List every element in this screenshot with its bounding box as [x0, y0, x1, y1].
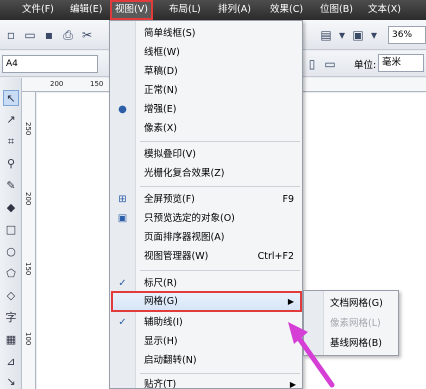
crop-tool-icon[interactable]: ⌗: [3, 134, 19, 150]
unit-select[interactable]: 毫米: [378, 54, 424, 72]
menu-view[interactable]: 视图(V): [110, 0, 153, 20]
menu-item-label: 线框(W): [144, 47, 180, 58]
menu-item-show[interactable]: 显示(H): [111, 332, 302, 351]
radio-selected-icon: ●: [118, 104, 127, 115]
menu-layout[interactable]: 布局(L): [169, 0, 201, 20]
submenu-item-pixel-grid: 像素网格(L): [330, 318, 381, 329]
zoom-level-field[interactable]: 36%: [388, 26, 426, 44]
checkmark-icon: ✓: [118, 317, 127, 328]
ruler-tick-label: 200: [50, 80, 64, 88]
menu-item-draft[interactable]: 草稿(D): [111, 62, 302, 81]
menu-item-label: 只预览选定的对象(O): [144, 213, 235, 224]
menu-effects[interactable]: 效果(C): [270, 0, 303, 20]
menu-item-rasterize-complex-effects[interactable]: 光栅化复合效果(Z): [111, 164, 302, 183]
ruler-tick-label: 100: [24, 332, 32, 346]
menu-item-label: 显示(H): [144, 336, 178, 347]
ellipse-tool-icon[interactable]: ○: [3, 244, 19, 260]
open-folder-icon[interactable]: ▭: [22, 27, 38, 43]
menu-item-label: 全屏预览(F): [144, 194, 195, 205]
page-size-select[interactable]: A4: [2, 55, 98, 73]
publish-icon[interactable]: ▣: [350, 27, 366, 43]
ruler-tick-label: 150: [90, 80, 104, 88]
unit-label: 单位:: [354, 60, 377, 71]
menu-item-label: 像素(X): [144, 123, 177, 134]
polygon-tool-icon[interactable]: ⬠: [3, 266, 19, 282]
toolbar-dropdown-icon[interactable]: ▾: [366, 27, 382, 43]
menu-item-shortcut: F9: [282, 194, 294, 205]
menu-item-label: 视图管理器(W): [144, 251, 209, 262]
menu-separator: [140, 141, 300, 142]
toolbox: ↖ ↗ ⌗ ⚲ ✎ ◆ □ ○ ⬠ ◇ 字 ▦ ⊿ ↘: [0, 78, 22, 389]
menu-item-label: 页面排序器视图(A): [144, 232, 225, 243]
rectangle-tool-icon[interactable]: □: [3, 222, 19, 238]
landscape-icon[interactable]: ▭: [322, 56, 338, 72]
menu-item-view-manager[interactable]: 视图管理器(W) Ctrl+F2: [111, 247, 302, 266]
menu-arrange[interactable]: 排列(A): [218, 0, 251, 20]
menu-item-label: 增强(E): [144, 104, 177, 115]
zoom-tool-icon[interactable]: ⚲: [3, 156, 19, 172]
connector-tool-icon[interactable]: ↘: [3, 374, 19, 389]
menu-separator: [140, 373, 300, 374]
submenu-item-baseline-grid[interactable]: 基线网格(B): [330, 334, 382, 354]
menu-item-pixels[interactable]: 像素(X): [111, 119, 302, 138]
menu-item-enhanced[interactable]: ● 增强(E): [111, 100, 302, 119]
menu-item-label: 正常(N): [144, 85, 178, 96]
menu-item-label: 光栅化复合效果(Z): [144, 168, 225, 179]
view-menu-dropdown: 简单线框(S) 线框(W) 草稿(D) 正常(N) ● 增强(E) 像素(X) …: [109, 20, 303, 389]
portrait-icon[interactable]: ▯: [304, 56, 320, 72]
menu-item-shortcut: Ctrl+F2: [257, 251, 294, 262]
ruler-tick-label: 250: [24, 122, 32, 136]
full-screen-preview-icon: ⊞: [118, 194, 127, 205]
menu-item-snap-to[interactable]: 贴齐(T) ▶: [111, 375, 302, 389]
ruler-tick-label: 150: [24, 262, 32, 276]
dimension-tool-icon[interactable]: ⊿: [3, 354, 19, 370]
submenu-arrow-icon: ▶: [289, 380, 296, 389]
menu-icon-gutter: [304, 291, 324, 355]
menu-item-full-screen-preview[interactable]: ⊞ 全屏预览(F) F9: [111, 190, 302, 209]
smart-fill-icon[interactable]: ◆: [3, 200, 19, 216]
menu-item-grid[interactable]: 网格(G) ▶: [111, 291, 302, 312]
text-tool-icon[interactable]: 字: [3, 310, 19, 326]
menu-file[interactable]: 文件(F): [22, 0, 54, 20]
cut-icon[interactable]: ✂: [79, 27, 95, 43]
menu-item-normal[interactable]: 正常(N): [111, 81, 302, 100]
menu-item-enable-rollover[interactable]: 启动翻转(N): [111, 351, 302, 370]
checkmark-icon: ✓: [118, 278, 127, 289]
new-document-icon[interactable]: ▫: [3, 27, 19, 43]
menu-item-simulate-overprint[interactable]: 模拟叠印(V): [111, 145, 302, 164]
menu-bitmaps[interactable]: 位图(B): [320, 0, 353, 20]
menu-edit[interactable]: 编辑(E): [70, 0, 102, 20]
basic-shapes-icon[interactable]: ◇: [3, 288, 19, 304]
export-icon[interactable]: ▤: [318, 27, 334, 43]
menu-bar: 文件(F) 编辑(E) 视图(V) 布局(L) 排列(A) 效果(C) 位图(B…: [0, 0, 426, 20]
menu-item-label: 启动翻转(N): [144, 355, 197, 366]
submenu-item-document-grid[interactable]: 文档网格(G): [330, 294, 383, 314]
menu-item-wireframe[interactable]: 线框(W): [111, 43, 302, 62]
menu-item-preview-selected-only[interactable]: ▣ 只预览选定的对象(O): [111, 209, 302, 228]
export-dropdown-icon[interactable]: ▾: [334, 27, 350, 43]
menu-item-label: 草稿(D): [144, 66, 178, 77]
print-icon[interactable]: ⎙: [60, 27, 76, 43]
menu-item-label: 网格(G): [144, 296, 178, 307]
menu-item-label: 贴齐(T): [144, 379, 177, 389]
preview-selected-icon: ▣: [117, 213, 128, 224]
menu-item-guidelines[interactable]: ✓ 辅助线(I): [111, 313, 302, 332]
menu-item-simple-wireframe[interactable]: 简单线框(S): [111, 24, 302, 43]
submenu-arrow-icon: ▶: [287, 297, 294, 306]
save-icon[interactable]: ▪: [41, 27, 57, 43]
menu-item-label: 辅助线(I): [144, 317, 183, 328]
freehand-tool-icon[interactable]: ✎: [3, 178, 19, 194]
pick-tool-icon[interactable]: ↖: [3, 90, 19, 106]
ruler-tick-label: 200: [24, 192, 32, 206]
grid-submenu: 文档网格(G) 像素网格(L) 基线网格(B): [303, 290, 399, 356]
menu-item-page-sorter-view[interactable]: 页面排序器视图(A): [111, 228, 302, 247]
menu-item-label: 模拟叠印(V): [144, 149, 196, 160]
shape-tool-icon[interactable]: ↗: [3, 112, 19, 128]
menu-item-label: 简单线框(S): [144, 28, 196, 39]
menu-text[interactable]: 文本(X): [368, 0, 401, 20]
vertical-ruler[interactable]: 250 200 150 100: [22, 92, 36, 389]
menu-separator: [140, 270, 300, 271]
table-tool-icon[interactable]: ▦: [3, 332, 19, 348]
menu-separator: [140, 186, 300, 187]
